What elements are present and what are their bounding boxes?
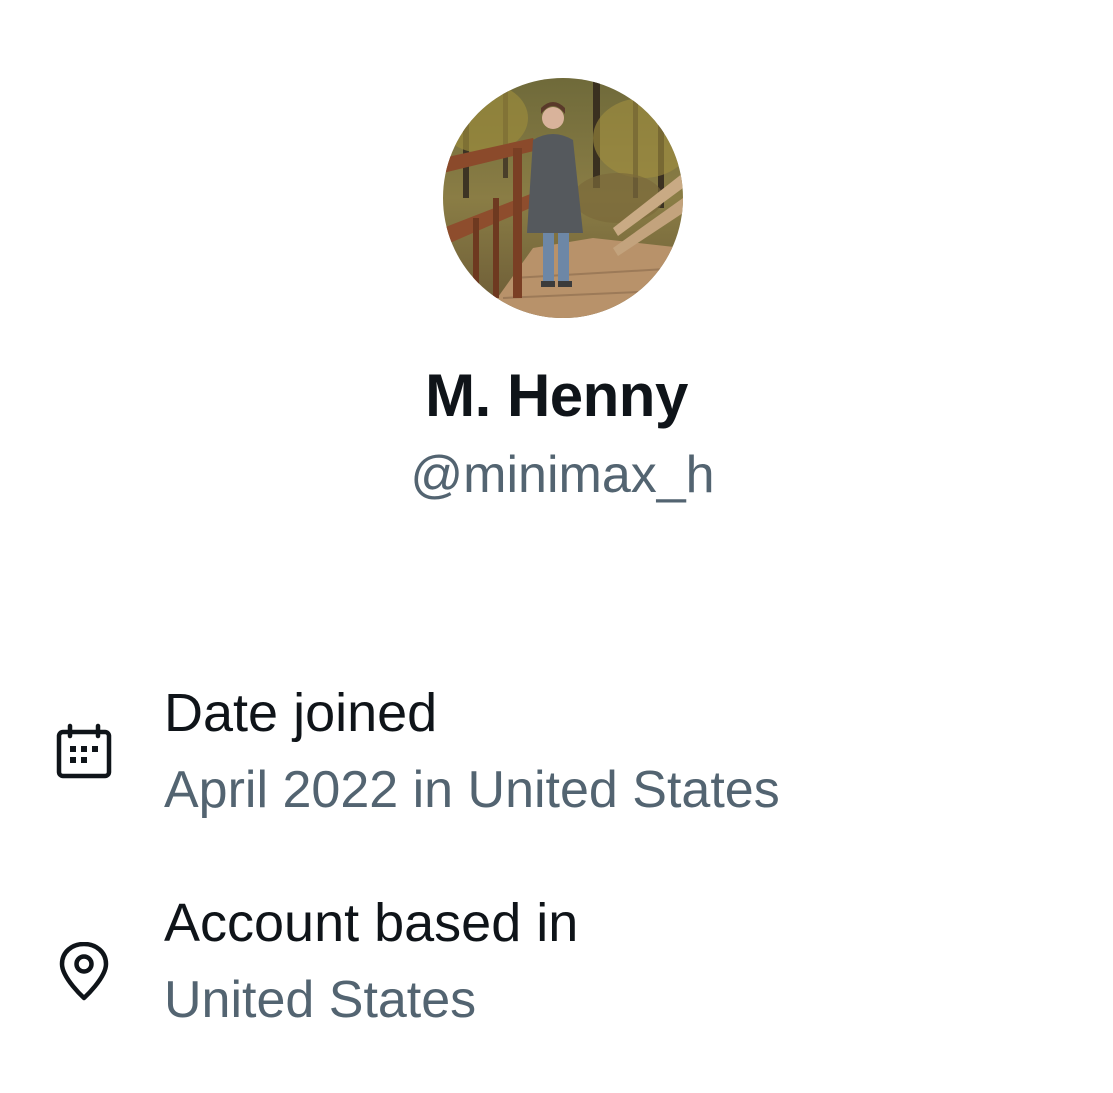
avatar-photo xyxy=(443,78,683,318)
username-handle: @minimax_h xyxy=(410,446,715,504)
account-based-value: United States xyxy=(164,971,477,1029)
account-based-row: Account based in United States xyxy=(0,890,1113,1040)
display-name: M. Henny xyxy=(425,362,688,429)
profile-avatar[interactable] xyxy=(443,78,683,318)
location-pin-icon xyxy=(59,942,109,1001)
calendar-icon xyxy=(56,723,112,779)
date-joined-label: Date joined xyxy=(164,683,438,743)
account-based-label: Account based in xyxy=(164,893,579,953)
date-joined-value: April 2022 in United States xyxy=(164,761,780,819)
date-joined-row: Date joined April 2022 in United States xyxy=(0,680,1113,830)
